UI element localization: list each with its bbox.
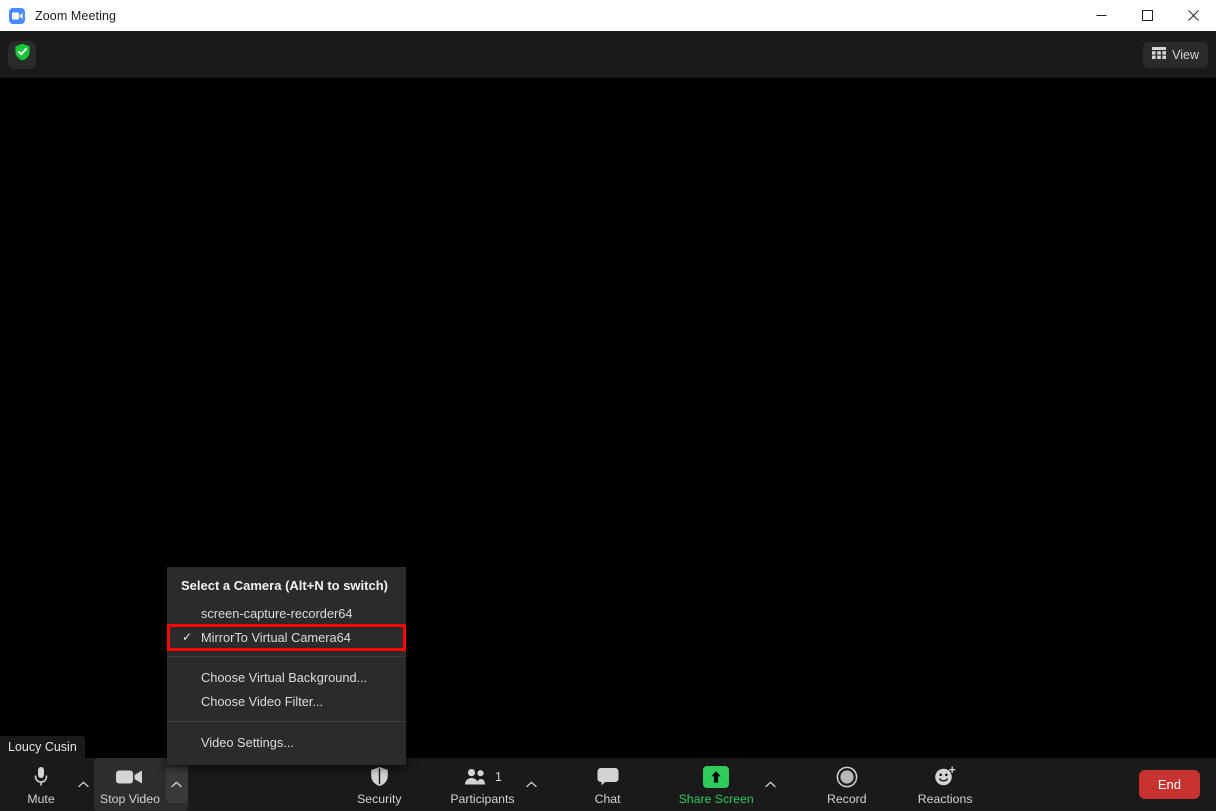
window-title: Zoom Meeting: [35, 9, 116, 23]
share-screen-button[interactable]: Share Screen: [673, 760, 760, 810]
mute-button[interactable]: Mute: [10, 760, 72, 810]
menu-item-label: Choose Virtual Background...: [201, 670, 367, 685]
chat-button-label: Chat: [595, 792, 621, 806]
participants-control-group: 1 Participants: [444, 758, 542, 811]
menu-item-video-settings[interactable]: Video Settings...: [167, 730, 406, 754]
check-icon: ✓: [182, 630, 192, 644]
green-shield-check-icon: [14, 43, 31, 66]
microphone-icon: [33, 765, 49, 789]
reactions-button[interactable]: Reactions: [912, 758, 979, 811]
menu-item-label: screen-capture-recorder64: [201, 606, 353, 621]
maximize-icon[interactable]: [1124, 0, 1170, 31]
minimize-icon[interactable]: [1078, 0, 1124, 31]
camera-menu-header: Select a Camera (Alt+N to switch): [167, 573, 406, 600]
menu-item-choose-video-filter[interactable]: Choose Video Filter...: [167, 689, 406, 713]
menu-item-camera-mirrorto-virtual-camera64[interactable]: ✓ MirrorTo Virtual Camera64: [167, 625, 406, 649]
camera-actions-group: Choose Virtual Background... Choose Vide…: [167, 664, 406, 714]
security-button[interactable]: Security: [348, 758, 410, 811]
menu-divider: [167, 721, 406, 722]
participants-options-chevron-up-icon[interactable]: [521, 767, 543, 803]
stop-video-button-label: Stop Video: [100, 792, 160, 806]
menu-item-camera-screen-capture-recorder64[interactable]: screen-capture-recorder64: [167, 601, 406, 625]
view-button[interactable]: View: [1143, 42, 1208, 68]
mute-button-label: Mute: [27, 792, 54, 806]
record-button-label: Record: [827, 792, 867, 806]
title-bar: Zoom Meeting: [0, 0, 1216, 31]
meeting-toolbar: Mute Stop Video: [0, 758, 1216, 811]
zoom-video-logo-icon: [9, 8, 25, 24]
mute-control-group: Mute: [10, 758, 94, 811]
video-camera-icon: [116, 765, 143, 789]
menu-item-label: MirrorTo Virtual Camera64: [201, 630, 351, 645]
video-options-chevron-up-icon[interactable]: [166, 767, 188, 803]
camera-select-menu: Select a Camera (Alt+N to switch) screen…: [167, 567, 406, 765]
share-options-chevron-up-icon[interactable]: [760, 767, 782, 803]
video-control-group: Stop Video: [94, 758, 188, 811]
chat-button[interactable]: Chat: [577, 758, 639, 811]
toolbar-center-group: Security 1 Participants: [188, 758, 1139, 811]
up-arrow-icon: [703, 765, 729, 789]
menu-divider: [167, 656, 406, 657]
camera-list-group: screen-capture-recorder64 ✓ MirrorTo Vir…: [167, 600, 406, 649]
toolbar-left-group: Mute Stop Video: [0, 758, 188, 811]
camera-settings-group: Video Settings...: [167, 729, 406, 765]
view-button-label: View: [1172, 48, 1199, 62]
participant-name-tag: Loucy Cusin: [0, 736, 85, 758]
menu-item-choose-virtual-background[interactable]: Choose Virtual Background...: [167, 665, 406, 689]
speech-bubble-icon: [597, 765, 619, 789]
participants-button-label: Participants: [450, 792, 514, 806]
participants-button[interactable]: 1 Participants: [444, 760, 520, 810]
encryption-status-button[interactable]: [8, 41, 36, 69]
record-circle-icon: [836, 765, 858, 789]
participants-count: 1: [495, 770, 502, 784]
mute-options-chevron-up-icon[interactable]: [72, 767, 94, 803]
menu-item-label: Choose Video Filter...: [201, 694, 323, 709]
meeting-header-bar: View: [0, 31, 1216, 78]
record-button[interactable]: Record: [816, 758, 878, 811]
smiley-plus-icon: [934, 765, 956, 789]
toolbar-right-group: End: [1139, 758, 1216, 811]
shield-icon: [370, 765, 389, 789]
end-meeting-button[interactable]: End: [1139, 770, 1200, 799]
reactions-button-label: Reactions: [918, 792, 973, 806]
menu-item-label: Video Settings...: [201, 735, 294, 750]
stop-video-button[interactable]: Stop Video: [94, 760, 166, 810]
close-icon[interactable]: [1170, 0, 1216, 31]
grid-layout-icon: [1152, 47, 1166, 62]
share-screen-control-group: Share Screen: [673, 758, 782, 811]
share-screen-icon-box: [703, 766, 729, 788]
security-button-label: Security: [357, 792, 401, 806]
share-screen-button-label: Share Screen: [679, 792, 754, 806]
people-icon: 1: [463, 765, 502, 789]
zoom-meeting-window: Zoom Meeting: [0, 0, 1216, 811]
